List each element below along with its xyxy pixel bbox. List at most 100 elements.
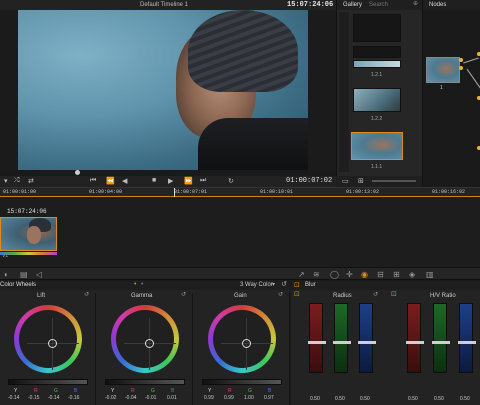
gallery-still-empty[interactable] bbox=[353, 46, 401, 58]
key-icon[interactable]: ⊟ bbox=[377, 270, 384, 279]
ratio-blue-slider[interactable] bbox=[458, 303, 476, 373]
channel-y-label: Y bbox=[14, 388, 18, 394]
radius-red-value[interactable]: 0.50 bbox=[310, 396, 320, 402]
slider-handle[interactable] bbox=[333, 341, 351, 344]
tracker-icon[interactable]: ✛ bbox=[346, 270, 353, 279]
gain-b-value[interactable]: 0.97 bbox=[264, 395, 274, 401]
ratio-link-icon[interactable]: ⊡ bbox=[391, 291, 397, 298]
loop-button[interactable]: ↻ bbox=[228, 177, 234, 185]
ratio-red-slider[interactable] bbox=[406, 303, 424, 373]
sizing-icon[interactable]: ⊞ bbox=[393, 270, 400, 279]
clip-color-bar bbox=[0, 252, 57, 255]
shuffle-icon[interactable]: ⤮ bbox=[14, 177, 20, 185]
node-output-port[interactable] bbox=[459, 58, 463, 62]
playhead-timecode[interactable]: 01:00:07:02 bbox=[286, 177, 332, 185]
radius-green-value[interactable]: 0.50 bbox=[335, 396, 345, 402]
radius-reset-icon[interactable]: ↺ bbox=[373, 292, 378, 298]
timeline-ruler[interactable]: 01:00:01:00 01:00:04:00 01:00:07:01 01:0… bbox=[0, 187, 480, 198]
wheel-mode-select[interactable]: 3 Way Color bbox=[240, 282, 273, 288]
gamma-g-value[interactable]: -0.01 bbox=[145, 395, 156, 401]
color-wheels-icon[interactable]: ◐ bbox=[4, 270, 9, 279]
lift-master-wheel[interactable] bbox=[8, 379, 88, 385]
lift-g-value[interactable]: -0.14 bbox=[48, 395, 59, 401]
lift-r-value[interactable]: -0.15 bbox=[28, 395, 39, 401]
curves-icon[interactable]: ↗ bbox=[298, 270, 305, 279]
radius-green-slider[interactable] bbox=[333, 303, 351, 373]
radius-blue-slider[interactable] bbox=[358, 303, 376, 373]
blur-icon[interactable]: ◉ bbox=[361, 270, 368, 279]
window-icon[interactable]: ◯ bbox=[330, 270, 339, 279]
slider-handle[interactable] bbox=[358, 341, 376, 344]
node-1[interactable] bbox=[426, 57, 460, 83]
ratio-red-value[interactable]: 0.50 bbox=[408, 396, 418, 402]
gallery-still-1-2-1[interactable] bbox=[353, 60, 401, 68]
reset-icon[interactable]: ↺ bbox=[281, 281, 287, 288]
scopes-icon[interactable]: ▥ bbox=[426, 270, 434, 279]
ruler-tick: 01:00:10:01 bbox=[260, 189, 294, 195]
gamma-wheel[interactable] bbox=[111, 305, 179, 373]
wheel-reset-icon[interactable]: ↺ bbox=[181, 292, 186, 298]
mode-dropdown-icon[interactable]: ▾ bbox=[272, 282, 275, 288]
qualifier-icon[interactable]: ≋ bbox=[313, 270, 320, 279]
stop-button[interactable]: ■ bbox=[152, 177, 156, 184]
slider-handle[interactable] bbox=[432, 341, 450, 344]
gain-master-wheel[interactable] bbox=[202, 379, 282, 385]
subject-beanie bbox=[188, 10, 298, 92]
radius-red-slider[interactable] bbox=[308, 303, 326, 373]
viewer-image[interactable] bbox=[18, 10, 308, 170]
gain-g-value[interactable]: 1.00 bbox=[244, 395, 254, 401]
wheel-puck[interactable] bbox=[145, 339, 154, 348]
wheel-puck[interactable] bbox=[48, 339, 57, 348]
gallery-still-1-2-2[interactable] bbox=[353, 88, 401, 112]
page-dot-active[interactable]: • bbox=[134, 281, 136, 288]
gain-y-value[interactable]: 0.99 bbox=[204, 395, 214, 401]
wheel-puck[interactable] bbox=[242, 339, 251, 348]
nodes-title: Nodes bbox=[429, 2, 447, 8]
lift-wheel[interactable] bbox=[14, 305, 82, 373]
gallery-search-input[interactable]: Search bbox=[369, 2, 388, 8]
grid-view-icon[interactable]: ⊞ bbox=[358, 177, 364, 185]
gain-wheel[interactable] bbox=[208, 305, 276, 373]
radius-blue-value[interactable]: 0.50 bbox=[360, 396, 370, 402]
gallery-still-1-1-1[interactable] bbox=[351, 132, 403, 160]
ratio-green-value[interactable]: 0.50 bbox=[434, 396, 444, 402]
gamma-r-value[interactable]: -0.04 bbox=[125, 395, 136, 401]
3d-icon[interactable]: ◈ bbox=[409, 270, 415, 279]
gamma-master-wheel[interactable] bbox=[105, 379, 185, 385]
gallery-still-empty[interactable] bbox=[353, 14, 401, 42]
play-button[interactable]: ▶ bbox=[168, 177, 173, 185]
thumbnail-size-slider[interactable] bbox=[372, 180, 416, 182]
ratio-green-slider[interactable] bbox=[432, 303, 450, 373]
go-to-start-button[interactable]: ⏮ bbox=[90, 177, 96, 185]
slider-handle[interactable] bbox=[458, 341, 476, 344]
lift-y-value[interactable]: -0.14 bbox=[8, 395, 19, 401]
play-reverse-button[interactable]: ◀ bbox=[122, 177, 127, 185]
raw-icon[interactable]: ▤ bbox=[20, 270, 28, 279]
grab-still-icon[interactable]: ▭ bbox=[342, 177, 349, 185]
fast-forward-button[interactable]: ⏩ bbox=[184, 177, 193, 185]
audio-icon[interactable]: ◁ bbox=[36, 270, 42, 279]
radius-label: Radius bbox=[333, 293, 352, 299]
loop-mode-icon[interactable]: ⇄ bbox=[28, 177, 34, 185]
gamma-b-value[interactable]: 0.01 bbox=[167, 395, 177, 401]
timeline-clip[interactable] bbox=[0, 217, 57, 251]
gallery-albums-strip[interactable] bbox=[339, 12, 349, 172]
scrubber-handle[interactable] bbox=[75, 170, 80, 175]
viewer-menu-icon[interactable]: ▾ bbox=[4, 177, 8, 185]
wheel-reset-icon[interactable]: ↺ bbox=[84, 292, 89, 298]
slider-handle[interactable] bbox=[308, 341, 326, 344]
page-dot[interactable]: • bbox=[141, 281, 143, 288]
gallery-options-icon[interactable]: ⊕ bbox=[413, 1, 418, 7]
gamma-y-value[interactable]: -0.02 bbox=[105, 395, 116, 401]
go-to-end-button[interactable]: ⏭ bbox=[200, 177, 206, 185]
blur-mode-icon[interactable]: ⊡ bbox=[294, 282, 300, 289]
lift-b-value[interactable]: -0.16 bbox=[68, 395, 79, 401]
ratio-blue-value[interactable]: 0.50 bbox=[460, 396, 470, 402]
timeline-track-area[interactable]: 15:07:24:06 V1 bbox=[0, 197, 480, 267]
node-output-port[interactable] bbox=[459, 66, 463, 70]
gain-r-value[interactable]: 0.99 bbox=[224, 395, 234, 401]
wheel-reset-icon[interactable]: ↺ bbox=[278, 292, 283, 298]
rewind-button[interactable]: ⏪ bbox=[106, 177, 115, 185]
radius-link-icon[interactable]: ⊡ bbox=[294, 291, 300, 298]
slider-handle[interactable] bbox=[406, 341, 424, 344]
